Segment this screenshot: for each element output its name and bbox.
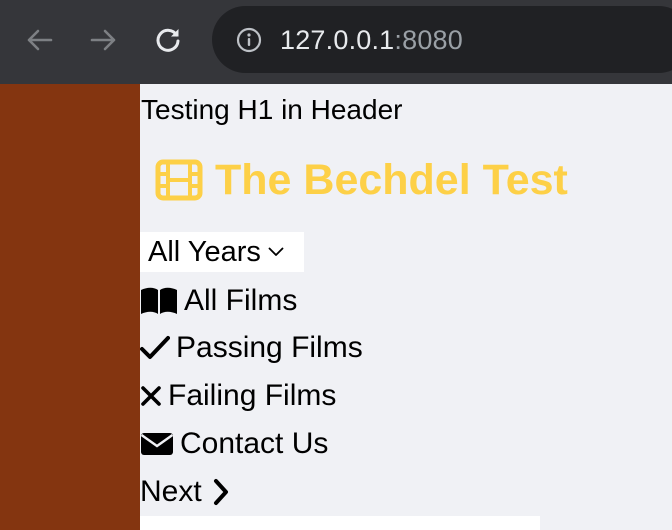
arrow-left-icon: [27, 29, 53, 51]
next-page-link[interactable]: Next: [140, 474, 230, 510]
book-open-icon: [141, 287, 177, 314]
next-label: Next: [140, 475, 202, 508]
film-icon: [155, 159, 203, 201]
check-icon: [140, 336, 170, 359]
info-icon[interactable]: [236, 27, 262, 53]
menu-item-passing-films[interactable]: Passing Films: [140, 330, 363, 366]
url-host: 127.0.0.1: [280, 25, 395, 55]
reload-icon: [156, 28, 180, 52]
url-text: 127.0.0.1:8080: [280, 24, 463, 56]
site-title[interactable]: The Bechdel Test: [155, 156, 568, 204]
chevron-right-icon: [213, 479, 228, 505]
content-panel-edge: [140, 516, 540, 530]
left-sidebar: [0, 84, 140, 530]
menu-item-label: All Films: [184, 284, 298, 317]
menu-item-label: Passing Films: [176, 331, 363, 364]
envelope-icon: [140, 433, 174, 455]
chevron-down-icon: [268, 247, 284, 256]
url-port: :8080: [394, 25, 463, 55]
menu-item-failing-films[interactable]: Failing Films: [140, 378, 336, 414]
page-content: Testing H1 in Header The Bechdel Test Al…: [140, 84, 672, 530]
address-bar[interactable]: 127.0.0.1:8080: [212, 6, 672, 73]
year-filter-value: All Years: [148, 235, 261, 268]
arrow-right-icon: [90, 29, 116, 51]
forward-button[interactable]: [86, 22, 122, 58]
reload-button[interactable]: [150, 22, 186, 58]
menu-item-contact-us[interactable]: Contact Us: [140, 426, 328, 462]
year-filter-select[interactable]: All Years: [140, 232, 304, 272]
header-caption: Testing H1 in Header: [141, 94, 403, 125]
menu-item-label: Failing Films: [168, 379, 337, 412]
menu-item-label: Contact Us: [180, 427, 329, 460]
browser-toolbar: 127.0.0.1:8080: [0, 0, 672, 84]
back-button[interactable]: [21, 22, 57, 58]
site-title-text: The Bechdel Test: [215, 156, 568, 204]
x-mark-icon: [141, 386, 161, 406]
menu-item-all-films[interactable]: All Films: [140, 283, 297, 319]
